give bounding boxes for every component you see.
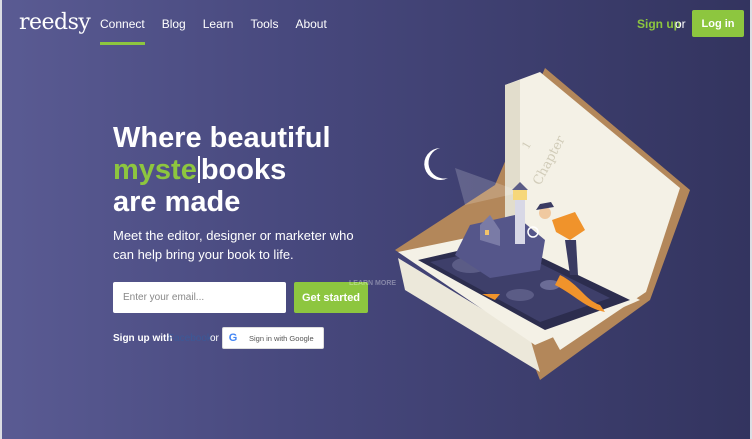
nav-link-about[interactable]: About bbox=[295, 17, 326, 31]
learn-more-watermark: LEARN MORE bbox=[349, 280, 397, 287]
log-in-button[interactable]: Log in bbox=[692, 10, 744, 37]
nav-link-tools[interactable]: Tools bbox=[250, 17, 278, 31]
typing-caret bbox=[197, 156, 200, 183]
hero-subtitle: Meet the editor, designer or marketer wh… bbox=[113, 228, 354, 262]
facebook-link[interactable]: Facebook bbox=[168, 333, 212, 344]
email-input[interactable] bbox=[113, 282, 286, 313]
or-text-social: or bbox=[210, 333, 219, 344]
headline-books: books bbox=[200, 154, 287, 186]
top-nav: reedsy Connect Blog Learn Tools About Si… bbox=[0, 0, 752, 48]
headline-line-3: are made bbox=[113, 186, 241, 218]
nav-links: Connect Blog Learn Tools About bbox=[100, 17, 344, 45]
hero-headline: Where beautiful myste books are made bbox=[113, 122, 373, 218]
google-sign-in-button[interactable]: G Sign in with Google bbox=[222, 327, 324, 349]
headline-line-2: myste books bbox=[113, 154, 373, 186]
nav-link-connect[interactable]: Connect bbox=[100, 17, 145, 45]
or-text: or bbox=[675, 17, 686, 31]
google-button-label: Sign in with Google bbox=[249, 333, 314, 343]
nav-link-blog[interactable]: Blog bbox=[162, 17, 186, 31]
headline-typed-word: myste bbox=[113, 154, 197, 186]
nav-link-learn[interactable]: Learn bbox=[203, 17, 234, 31]
headline-line-1: Where beautiful bbox=[113, 122, 331, 154]
google-icon: G bbox=[228, 332, 238, 344]
page-frame bbox=[0, 0, 752, 439]
sign-up-with-label: Sign up with bbox=[113, 333, 173, 344]
reedsy-logo[interactable]: reedsy bbox=[19, 10, 91, 35]
